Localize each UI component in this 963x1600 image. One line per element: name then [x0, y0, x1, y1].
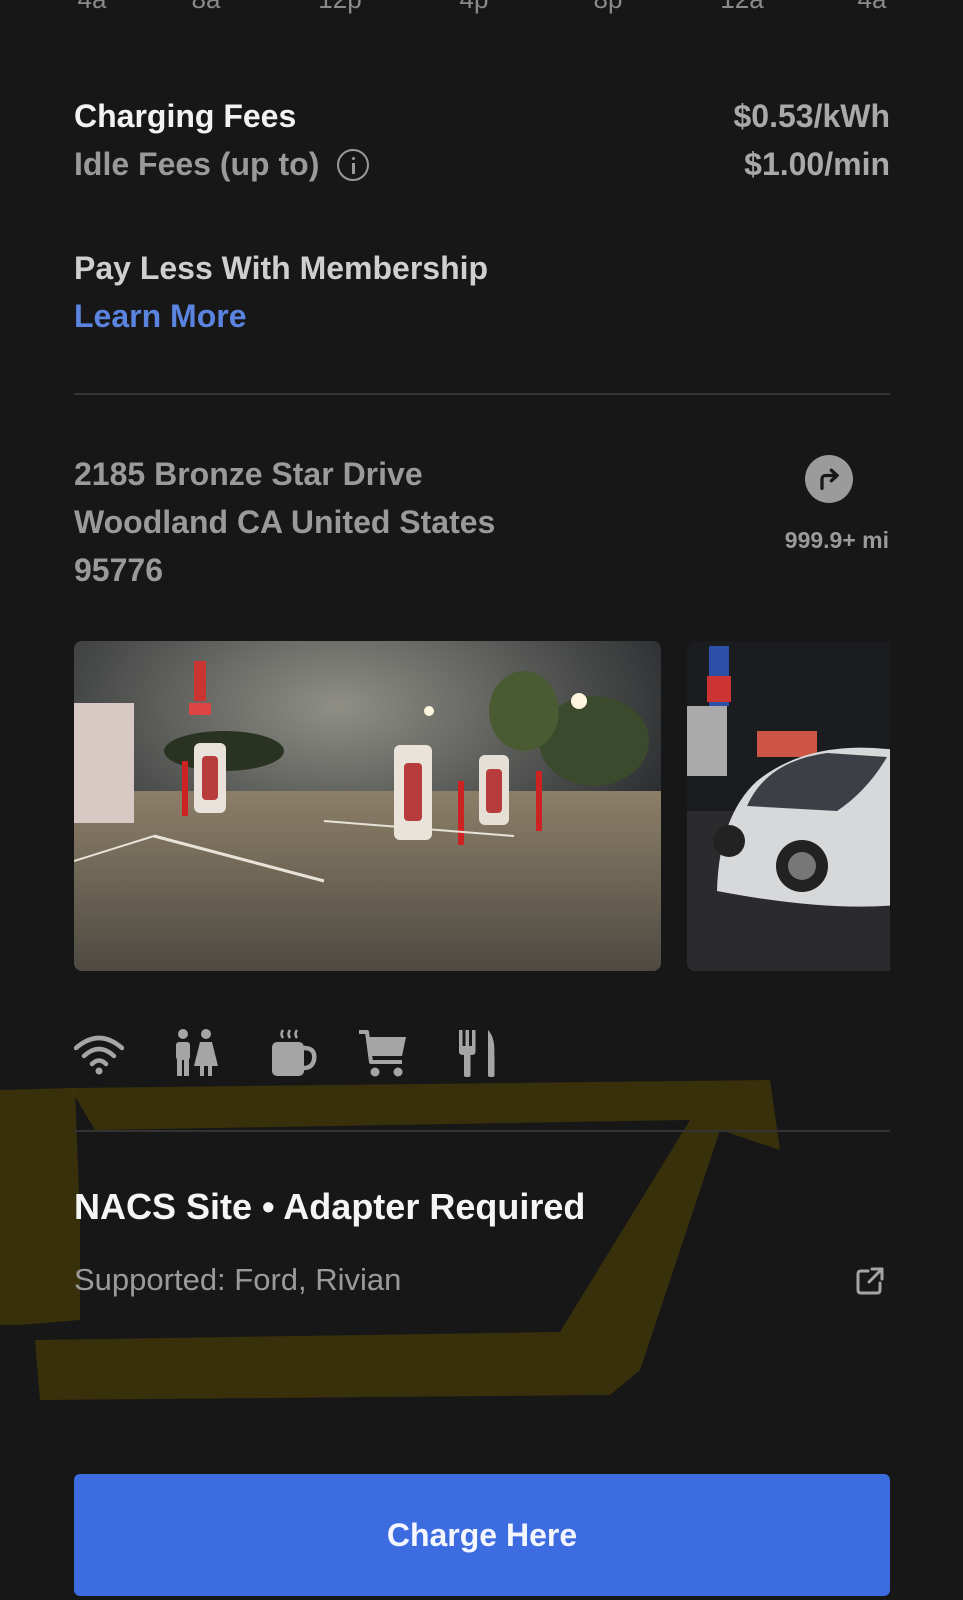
- address-line: Woodland CA United States: [74, 504, 496, 540]
- charging-fees-value: $0.53/kWh: [733, 98, 890, 134]
- divider: [74, 1130, 890, 1132]
- supercharger-detail-page: 4a 8a 12p 4p 8p 12a 4a Charging Fees $0.…: [0, 0, 963, 1600]
- restaurant-icon: [459, 1030, 495, 1077]
- hour-label: 4p: [460, 0, 489, 15]
- wifi-icon: [74, 1035, 124, 1075]
- marker-highlight: [0, 1080, 780, 1400]
- site-photo[interactable]: [74, 641, 661, 971]
- shopping-cart-icon: [359, 1030, 406, 1077]
- distance-label: 999.9+ mi: [784, 527, 889, 553]
- divider: [74, 393, 890, 395]
- charge-here-button[interactable]: Charge Here: [74, 1474, 890, 1596]
- site-address[interactable]: 2185 Bronze Star Drive Woodland CA Unite…: [74, 450, 634, 594]
- site-type-label: NACS Site • Adapter Required: [74, 1186, 586, 1227]
- membership-label: Pay Less With Membership: [74, 250, 489, 286]
- busy-times-hour-axis: 4a 8a 12p 4p 8p 12a 4a: [74, 0, 890, 14]
- supported-vehicles-label: Supported: Ford, Rivian: [74, 1262, 402, 1297]
- hour-label: 8a: [192, 0, 221, 15]
- restroom-icon: [176, 1029, 218, 1076]
- hour-label: 8p: [594, 0, 623, 15]
- site-photo-carousel[interactable]: [74, 641, 890, 971]
- learn-more-link[interactable]: Learn More: [74, 298, 890, 335]
- hour-label: 4a: [858, 0, 887, 15]
- hour-label: 4a: [78, 0, 107, 15]
- site-photo[interactable]: [687, 641, 890, 971]
- address-line: 2185 Bronze Star Drive: [74, 456, 423, 492]
- turn-right-arrow-icon: [820, 468, 839, 490]
- address-line: 95776: [74, 552, 163, 588]
- hour-label: 12p: [318, 0, 361, 15]
- hour-label: 12a: [720, 0, 763, 15]
- navigate-button[interactable]: [805, 455, 853, 503]
- coffee-icon: [272, 1029, 317, 1076]
- idle-fees-value: $1.00/min: [744, 146, 890, 182]
- external-link-icon[interactable]: [855, 1266, 885, 1296]
